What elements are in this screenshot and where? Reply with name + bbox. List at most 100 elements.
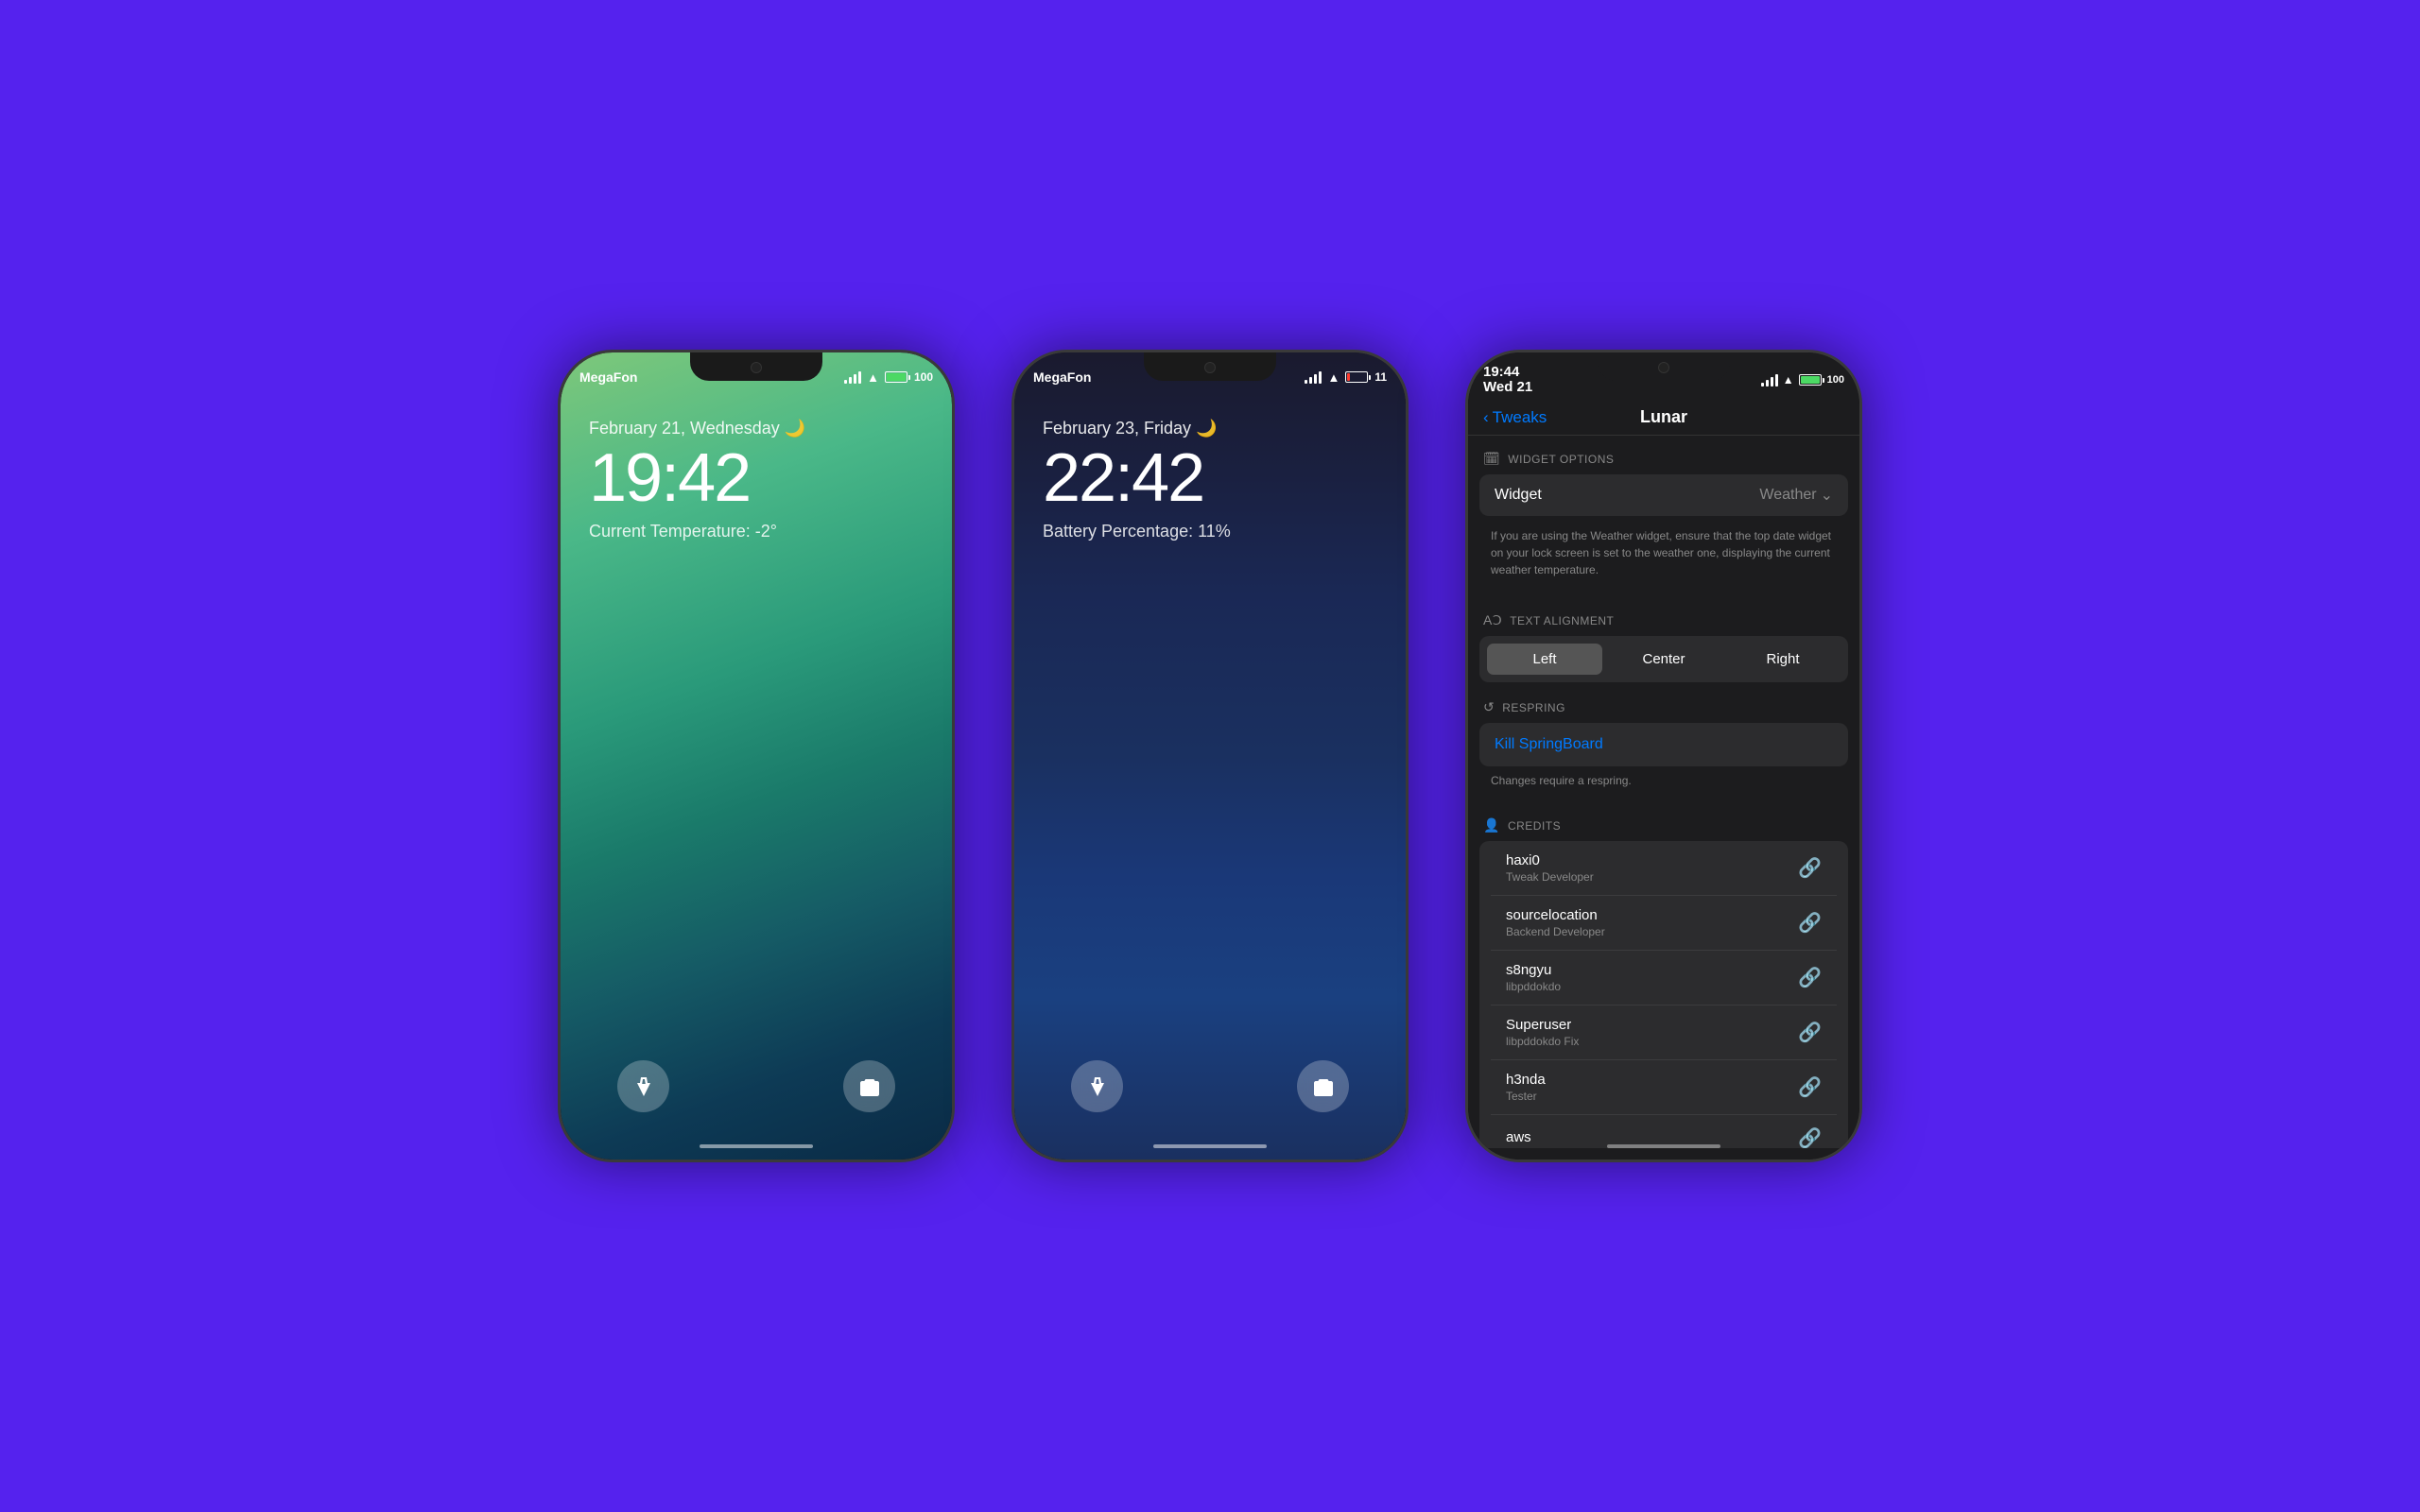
settings-status-icons: ▲ 100 bbox=[1761, 373, 1844, 387]
camera-icon-2 bbox=[1312, 1075, 1335, 1098]
nav-title: Lunar bbox=[1640, 407, 1687, 427]
phone2-battery: 11 bbox=[1345, 370, 1387, 384]
settings-battery-text: 100 bbox=[1827, 374, 1844, 386]
credits-label: CREDITS bbox=[1508, 819, 1561, 833]
phone2-widget: Battery Percentage: 11% bbox=[1043, 522, 1377, 541]
phone2-camera bbox=[1204, 362, 1216, 373]
credits-haxi0-link-icon[interactable]: 🔗 bbox=[1798, 856, 1822, 880]
credits-h3nda-link-icon[interactable]: 🔗 bbox=[1798, 1075, 1822, 1099]
widget-label: Widget bbox=[1495, 487, 1542, 504]
phone2-battery-body bbox=[1345, 371, 1368, 383]
text-alignment-header: Aↄ TEXT ALIGNMENT bbox=[1468, 597, 1859, 636]
phone1-battery: 100 bbox=[885, 370, 933, 384]
phone3-home-indicator bbox=[1607, 1144, 1720, 1148]
phone2-carrier: MegaFon bbox=[1033, 369, 1091, 385]
settings-time-line1: 19:44 bbox=[1483, 365, 1532, 381]
signal-bar-2 bbox=[849, 377, 852, 384]
phone1-camera-button[interactable] bbox=[843, 1060, 895, 1112]
align-right-button[interactable]: Right bbox=[1725, 644, 1841, 675]
credits-list: haxi0 Tweak Developer 🔗 sourcelocation B… bbox=[1479, 841, 1848, 1148]
phone1-signal bbox=[844, 371, 861, 384]
credits-superuser[interactable]: Superuser libpddokdo Fix 🔗 bbox=[1491, 1005, 1837, 1060]
phone-1: MegaFon ▲ 100 Februar bbox=[558, 350, 955, 1162]
phone1-lockscreen: February 21, Wednesday 🌙 19:42 Current T… bbox=[561, 400, 952, 560]
settings-nav: ‹ Tweaks Lunar bbox=[1468, 400, 1859, 436]
credits-icon: 👤 bbox=[1483, 817, 1500, 833]
nav-back-label[interactable]: Tweaks bbox=[1493, 408, 1547, 427]
phone2-screen: MegaFon ▲ 11 February 23, bbox=[1014, 352, 1406, 1160]
align-left-button[interactable]: Left bbox=[1487, 644, 1602, 675]
signal-bar-3 bbox=[1314, 374, 1317, 384]
widget-description: If you are using the Weather widget, ens… bbox=[1479, 520, 1848, 586]
credits-h3nda-name: h3nda bbox=[1506, 1072, 1546, 1088]
credits-aws-link-icon[interactable]: 🔗 bbox=[1798, 1126, 1822, 1148]
credits-aws-name: aws bbox=[1506, 1129, 1531, 1145]
credits-aws[interactable]: aws 🔗 bbox=[1491, 1115, 1837, 1148]
credits-haxi0[interactable]: haxi0 Tweak Developer 🔗 bbox=[1491, 841, 1837, 896]
phone2-lockscreen: February 23, Friday 🌙 22:42 Battery Perc… bbox=[1014, 400, 1406, 560]
respring-header: ↺ RESPRING bbox=[1468, 684, 1859, 723]
phone2-time: 22:42 bbox=[1043, 444, 1377, 512]
phone2-battery-percent: 11 bbox=[1374, 370, 1387, 384]
credits-superuser-link-icon[interactable]: 🔗 bbox=[1798, 1021, 1822, 1044]
phone1-bottom-buttons bbox=[561, 1060, 952, 1112]
credits-h3nda-role: Tester bbox=[1506, 1090, 1546, 1103]
phone2-date: February 23, Friday 🌙 bbox=[1043, 419, 1377, 438]
phone2-camera-button[interactable] bbox=[1297, 1060, 1349, 1112]
nav-back-button[interactable]: ‹ Tweaks bbox=[1483, 408, 1547, 427]
settings-time-line2: Wed 21 bbox=[1483, 380, 1532, 396]
phone-2: MegaFon ▲ 11 February 23, bbox=[1011, 350, 1409, 1162]
text-alignment-label: TEXT ALIGNMENT bbox=[1510, 614, 1614, 627]
phone1-home-indicator bbox=[700, 1144, 813, 1148]
signal-bar-2 bbox=[1309, 377, 1312, 384]
widget-row[interactable]: Widget Weather ⌄ bbox=[1479, 474, 1848, 516]
credits-sourcelocation[interactable]: sourcelocation Backend Developer 🔗 bbox=[1491, 896, 1837, 951]
phone2-bottom-buttons bbox=[1014, 1060, 1406, 1112]
respring-label: RESPRING bbox=[1502, 701, 1565, 714]
flashlight-icon bbox=[632, 1075, 655, 1098]
phone1-battery-body bbox=[885, 371, 908, 383]
phone2-battery-tip bbox=[1369, 375, 1371, 380]
credits-superuser-name: Superuser bbox=[1506, 1017, 1579, 1033]
respring-description: Changes require a respring. bbox=[1479, 770, 1848, 791]
chevron-down-icon: ⌄ bbox=[1821, 486, 1833, 505]
credits-sourcelocation-role: Backend Developer bbox=[1506, 925, 1605, 938]
phone1-wifi-icon: ▲ bbox=[867, 370, 879, 385]
phone1-battery-fill bbox=[887, 373, 906, 381]
settings-time: 19:44 Wed 21 bbox=[1483, 365, 1532, 396]
settings-content[interactable]: 🗓 WIDGET OPTIONS Widget Weather ⌄ If you… bbox=[1468, 436, 1859, 1148]
phone1-widget: Current Temperature: -2° bbox=[589, 522, 924, 541]
phone1-battery-tip bbox=[908, 375, 910, 380]
phone1-status-icons: ▲ 100 bbox=[844, 370, 933, 385]
camera-icon bbox=[858, 1075, 881, 1098]
phone3-camera bbox=[1658, 362, 1669, 373]
phone3-notch bbox=[1598, 352, 1730, 381]
signal-bar-1 bbox=[1305, 380, 1307, 384]
settings-wifi-icon: ▲ bbox=[1783, 373, 1794, 387]
phone3-screen: 19:44 Wed 21 ▲ bbox=[1468, 352, 1859, 1160]
phone1-date: February 21, Wednesday 🌙 bbox=[589, 419, 924, 438]
phone2-signal bbox=[1305, 371, 1322, 384]
credits-sourcelocation-link-icon[interactable]: 🔗 bbox=[1798, 911, 1822, 935]
phone1-flashlight-button[interactable] bbox=[617, 1060, 669, 1112]
phone2-flashlight-button[interactable] bbox=[1071, 1060, 1123, 1112]
align-center-button[interactable]: Center bbox=[1606, 644, 1721, 675]
widget-options-label: WIDGET OPTIONS bbox=[1508, 453, 1614, 466]
text-align-icon: Aↄ bbox=[1483, 612, 1502, 628]
phone2-status-icons: ▲ 11 bbox=[1305, 370, 1387, 385]
credits-s8ngyu-link-icon[interactable]: 🔗 bbox=[1798, 966, 1822, 989]
signal-bar-3 bbox=[854, 374, 856, 384]
chevron-left-icon: ‹ bbox=[1483, 408, 1489, 427]
kill-springboard-button[interactable]: Kill SpringBoard bbox=[1479, 723, 1848, 766]
credits-s8ngyu-role: libpddokdo bbox=[1506, 980, 1561, 993]
credits-h3nda[interactable]: h3nda Tester 🔗 bbox=[1491, 1060, 1837, 1115]
phone1-battery-percent: 100 bbox=[914, 370, 933, 384]
credits-s8ngyu[interactable]: s8ngyu libpddokdo 🔗 bbox=[1491, 951, 1837, 1005]
signal-bar-4 bbox=[858, 371, 861, 384]
phone1-camera bbox=[751, 362, 762, 373]
phone1-time: 19:42 bbox=[589, 444, 924, 512]
settings-signal bbox=[1761, 374, 1778, 387]
alignment-row: Left Center Right bbox=[1479, 636, 1848, 682]
widget-options-icon: 🗓 bbox=[1483, 451, 1500, 467]
phone2-home-indicator bbox=[1153, 1144, 1267, 1148]
